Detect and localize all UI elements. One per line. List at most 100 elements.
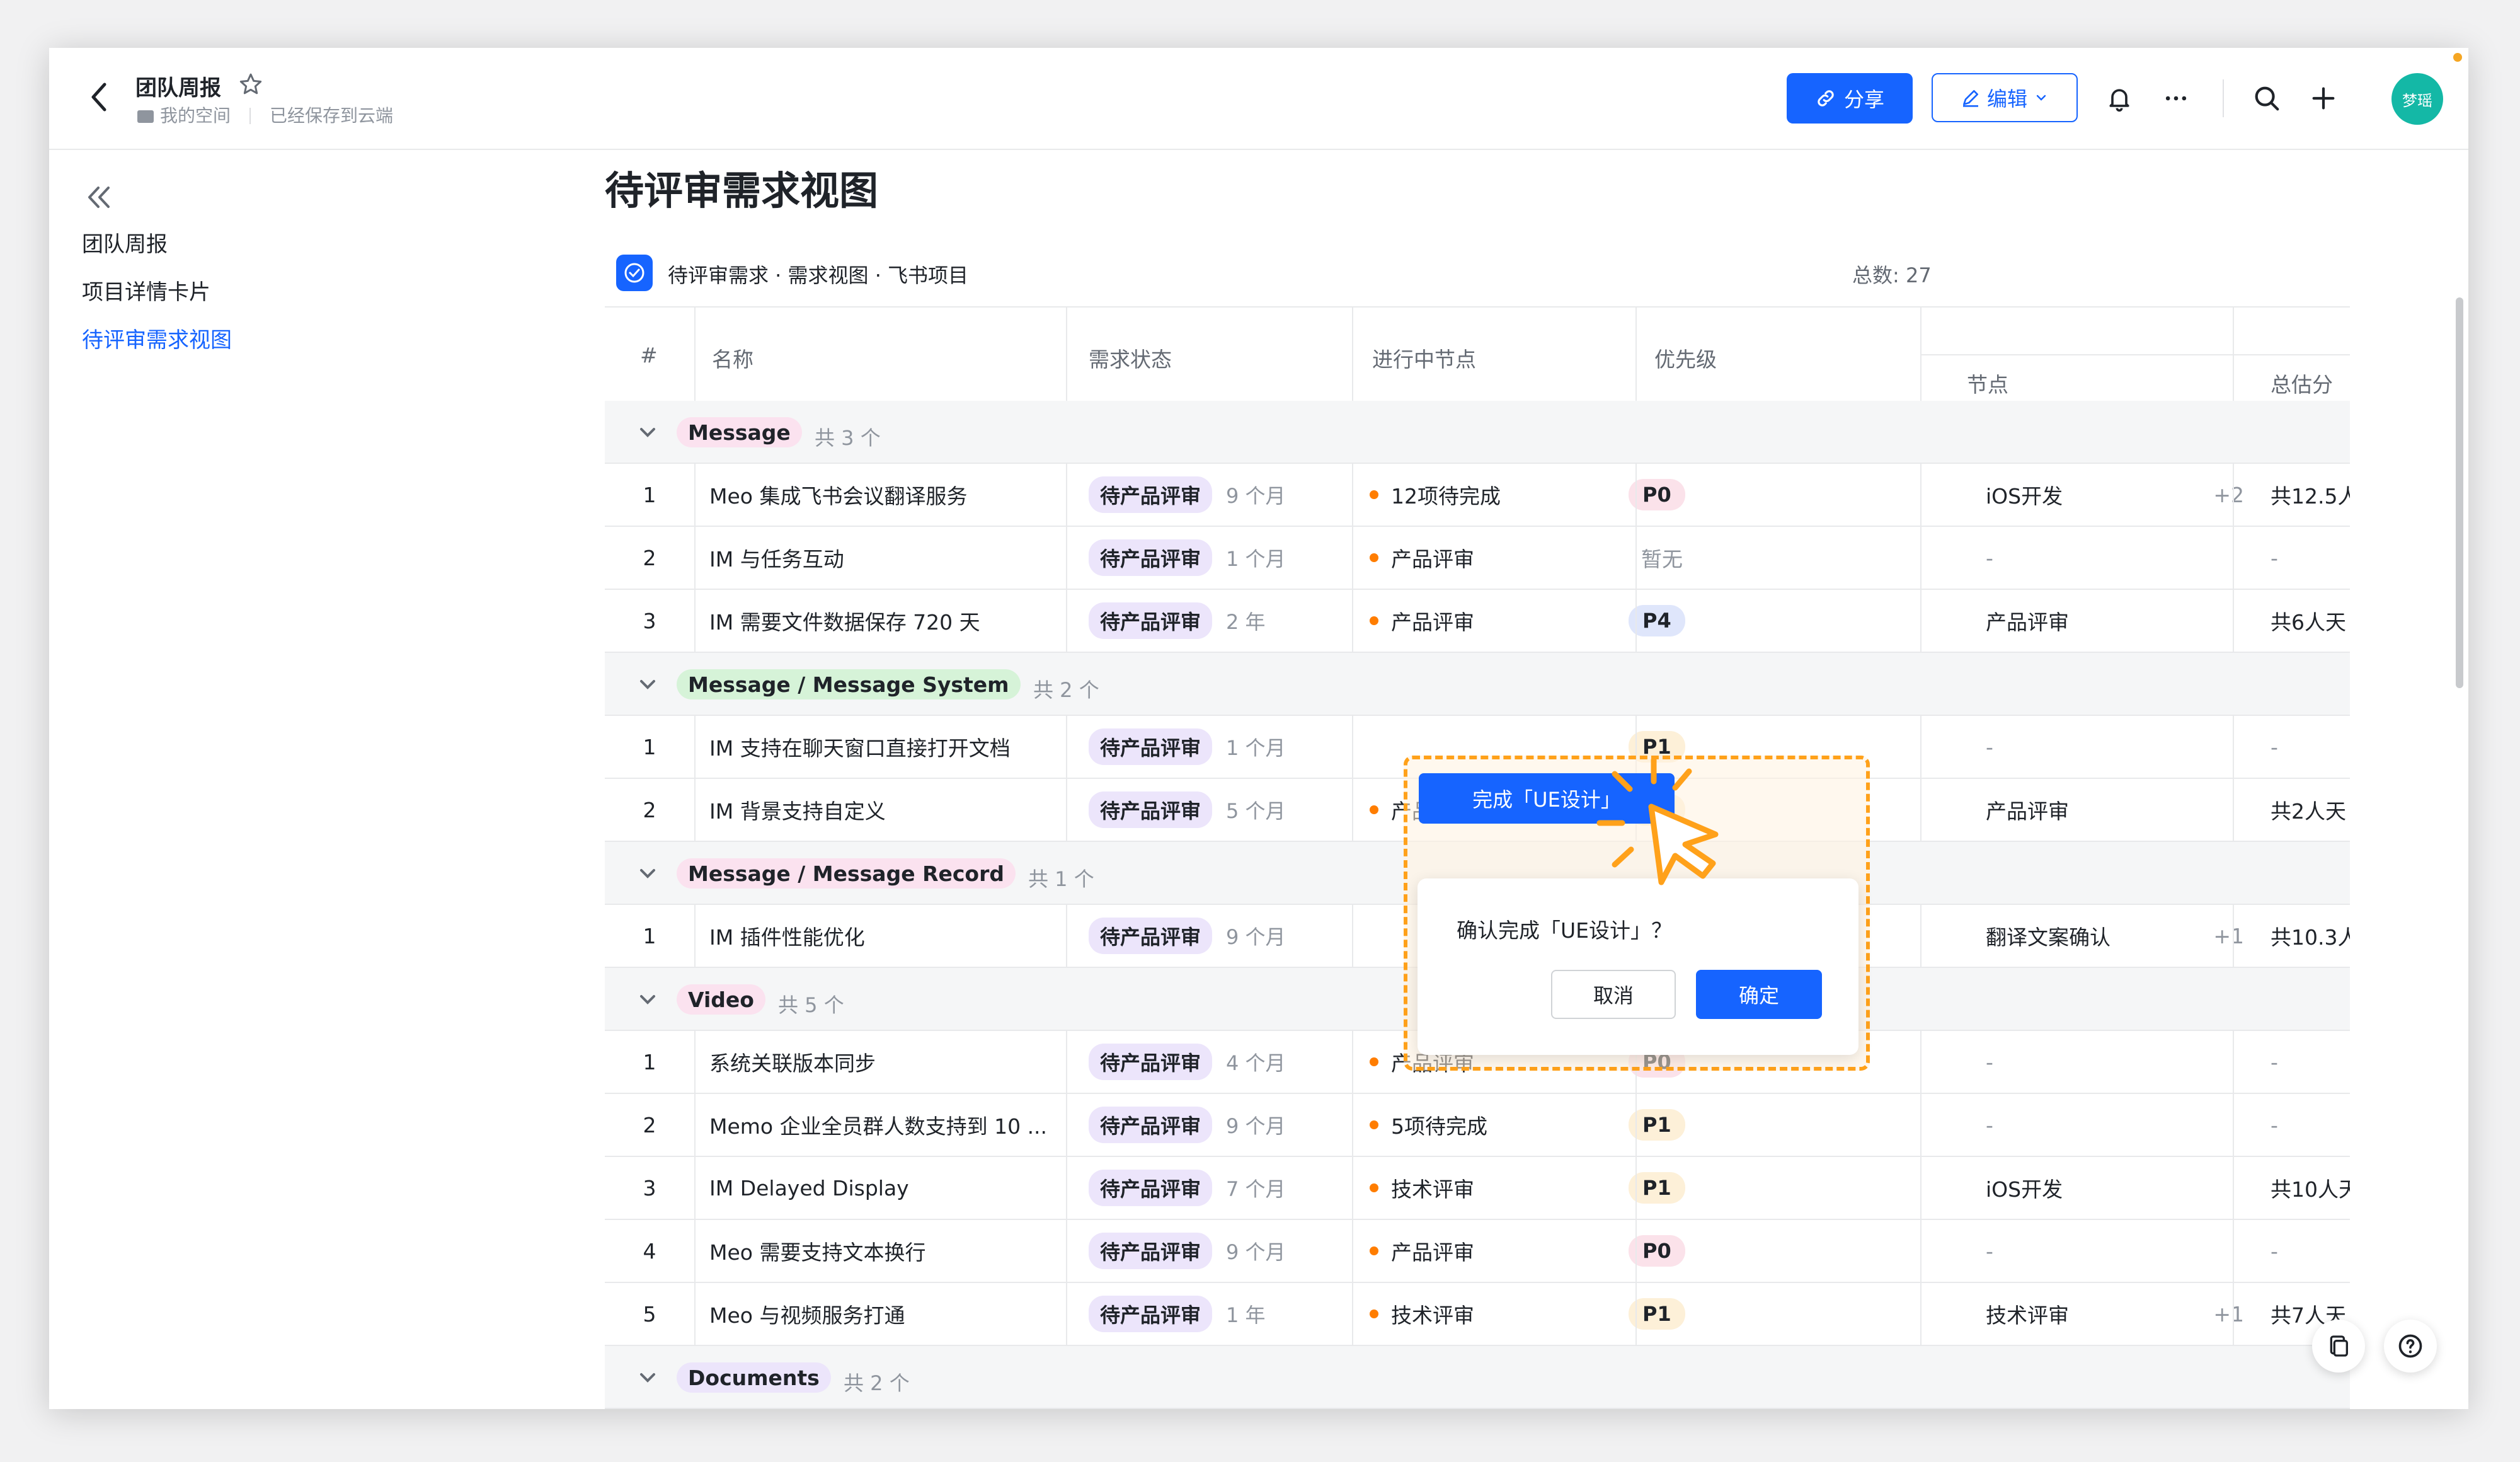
column-divider <box>1920 1094 1922 1156</box>
avatar[interactable]: 梦瑶 <box>2391 73 2443 125</box>
column-divider <box>1066 716 1067 778</box>
row-priority: P1 <box>1629 1094 1893 1156</box>
status-time: 7 个月 <box>1226 1177 1286 1201</box>
column-divider <box>2233 464 2234 526</box>
status-tag[interactable]: 待产品评审 <box>1089 728 1213 765</box>
row-index: 4 <box>643 1238 656 1263</box>
column-divider <box>694 716 696 778</box>
priority-tag[interactable]: P1 <box>1629 1172 1685 1204</box>
search-icon[interactable] <box>2244 76 2289 121</box>
edit-button[interactable]: 编辑 <box>1932 73 2078 122</box>
priority-tag[interactable]: P1 <box>1629 1298 1685 1330</box>
chevron-down-icon[interactable] <box>635 1365 660 1390</box>
node-label[interactable]: 12项待完成 <box>1391 480 1501 510</box>
status-time: 1 个月 <box>1226 736 1286 760</box>
column-divider <box>694 1220 696 1282</box>
node-label[interactable]: 产品评审 <box>1391 1236 1474 1266</box>
node-label[interactable]: 产品评审 <box>1391 543 1474 573</box>
source-bar: 待评审需求 · 需求视图 · 飞书项目 总数: 27 <box>616 253 2330 291</box>
chevron-down-icon[interactable] <box>635 672 660 697</box>
status-time: 9 个月 <box>1226 1114 1286 1138</box>
sidebar-item-review-view[interactable]: 待评审需求视图 <box>82 323 232 354</box>
row-name[interactable]: IM 与任务互动 <box>709 527 1062 589</box>
collapse-icon[interactable] <box>79 181 117 213</box>
table-row[interactable]: 5 Meo 与视频服务打通 待产品评审 1 年技术评审 P1 技术评审 +1 共7人天 <box>605 1283 2350 1346</box>
table-row[interactable]: 3 IM 需要文件数据保存 720 天待产品评审 2 年 产品评审 P4 产品评审 共6人天 <box>605 590 2350 653</box>
column-divider <box>2233 905 2234 967</box>
row-name[interactable]: IM 插件性能优化 <box>709 905 1062 967</box>
status-tag[interactable]: 待产品评审 <box>1089 602 1213 639</box>
status-time: 4 个月 <box>1226 1051 1286 1075</box>
group-row[interactable]: Message 共 3 个 <box>605 401 2350 464</box>
row-name[interactable]: 系统关联版本同步 <box>709 1031 1062 1093</box>
status-tag[interactable]: 待产品评审 <box>1089 1233 1213 1269</box>
col-status[interactable]: 需求状态 <box>1089 343 1172 373</box>
status-tag[interactable]: 待产品评审 <box>1089 476 1213 513</box>
row-name[interactable]: IM 背景支持自定义 <box>709 779 1062 841</box>
source-label[interactable]: 待评审需求 · 需求视图 · 飞书项目 <box>668 260 968 289</box>
more-icon[interactable] <box>2153 76 2199 121</box>
table-row[interactable]: 3 IM Delayed Display 待产品评审 7 个月 技术评审 P1 iOS开发 共… <box>605 1157 2350 1220</box>
column-divider <box>2233 306 2234 401</box>
status-tag[interactable]: 待产品评审 <box>1089 539 1213 576</box>
chevron-down-icon[interactable] <box>635 861 660 886</box>
confirm-button[interactable]: 确定 <box>1696 970 1822 1019</box>
column-divider <box>1920 716 1922 778</box>
node-label[interactable]: 产品评审 <box>1391 606 1474 636</box>
col-name[interactable]: 名称 <box>712 343 753 373</box>
sidebar-item-project-card[interactable]: 项目详情卡片 <box>82 275 210 306</box>
col-total[interactable]: 总估分 <box>2271 368 2333 398</box>
col-node[interactable]: 进行中节点 <box>1372 343 1476 373</box>
row-name[interactable]: Memo 企业全员群人数支持到 10 ... <box>709 1094 1062 1156</box>
row-name[interactable]: Meo 与视频服务打通 <box>709 1283 1062 1345</box>
row-name[interactable]: IM Delayed Display <box>709 1157 1062 1219</box>
breadcrumb-space[interactable]: 我的空间 <box>160 105 231 126</box>
status-tag[interactable]: 待产品评审 <box>1089 1107 1213 1143</box>
table-row[interactable]: 4 Meo 需要支持文本换行 待产品评审 9 个月 产品评审 P0 - - <box>605 1220 2350 1283</box>
priority-tag[interactable]: P1 <box>1629 1109 1685 1141</box>
status-tag[interactable]: 待产品评审 <box>1089 918 1213 954</box>
priority-tag[interactable]: P4 <box>1629 605 1685 636</box>
doc-title: 团队周报 <box>135 76 221 101</box>
bell-icon[interactable] <box>2097 76 2142 121</box>
col-step[interactable]: 节点 <box>1967 368 2008 398</box>
table-row[interactable]: 2 IM 与任务互动 待产品评审 1 个月 产品评审 暂无 - - <box>605 527 2350 590</box>
scrollbar[interactable] <box>2456 297 2463 688</box>
row-total: - <box>2271 1049 2278 1074</box>
star-icon[interactable] <box>238 72 263 97</box>
col-priority[interactable]: 优先级 <box>1654 343 1717 373</box>
priority-tag[interactable]: P0 <box>1629 1235 1685 1267</box>
status-tag[interactable]: 待产品评审 <box>1089 791 1213 828</box>
node-label[interactable]: 技术评审 <box>1391 1299 1474 1329</box>
cancel-button[interactable]: 取消 <box>1551 970 1676 1019</box>
column-divider <box>1066 464 1067 526</box>
row-name[interactable]: Meo 集成飞书会议翻译服务 <box>709 464 1062 526</box>
row-name[interactable]: IM 需要文件数据保存 720 天 <box>709 590 1062 652</box>
row-name[interactable]: IM 支持在聊天窗口直接打开文档 <box>709 716 1062 778</box>
plus-icon[interactable] <box>2301 76 2346 121</box>
status-time: 5 个月 <box>1226 799 1286 823</box>
column-divider <box>1635 1283 1637 1345</box>
group-row[interactable]: Documents 共 2 个 <box>605 1346 2350 1409</box>
back-icon[interactable] <box>82 73 117 121</box>
chevron-down-icon[interactable] <box>635 987 660 1012</box>
node-label[interactable]: 5项待完成 <box>1391 1110 1487 1140</box>
folder-icon <box>137 110 154 123</box>
sidebar-item-weekly-report[interactable]: 团队周报 <box>82 227 168 258</box>
help-icon[interactable] <box>2384 1320 2437 1373</box>
doc-icon[interactable] <box>2312 1320 2365 1373</box>
table-row[interactable]: 1 Meo 集成飞书会议翻译服务 待产品评审 9 个月 12项待完成 P0 iOS开发 +2 共… <box>605 464 2350 527</box>
status-tag[interactable]: 待产品评审 <box>1089 1044 1213 1080</box>
status-time: 9 个月 <box>1226 1240 1286 1264</box>
status-tag[interactable]: 待产品评审 <box>1089 1170 1213 1206</box>
status-tag[interactable]: 待产品评审 <box>1089 1296 1213 1332</box>
chevron-down-icon[interactable] <box>635 420 660 445</box>
group-row[interactable]: Message / Message System 共 2 个 <box>605 653 2350 716</box>
node-label[interactable]: 技术评审 <box>1391 1173 1474 1203</box>
table-row[interactable]: 2 Memo 企业全员群人数支持到 10 ... 待产品评审 9 个月 5项待完成 P1 -… <box>605 1094 2350 1157</box>
row-index: 5 <box>643 1301 656 1327</box>
priority-tag[interactable]: P0 <box>1629 479 1685 510</box>
row-name[interactable]: Meo 需要支持文本换行 <box>709 1220 1062 1282</box>
row-status: 待产品评审 7 个月 <box>1089 1157 1341 1219</box>
share-button[interactable]: 分享 <box>1787 73 1913 124</box>
